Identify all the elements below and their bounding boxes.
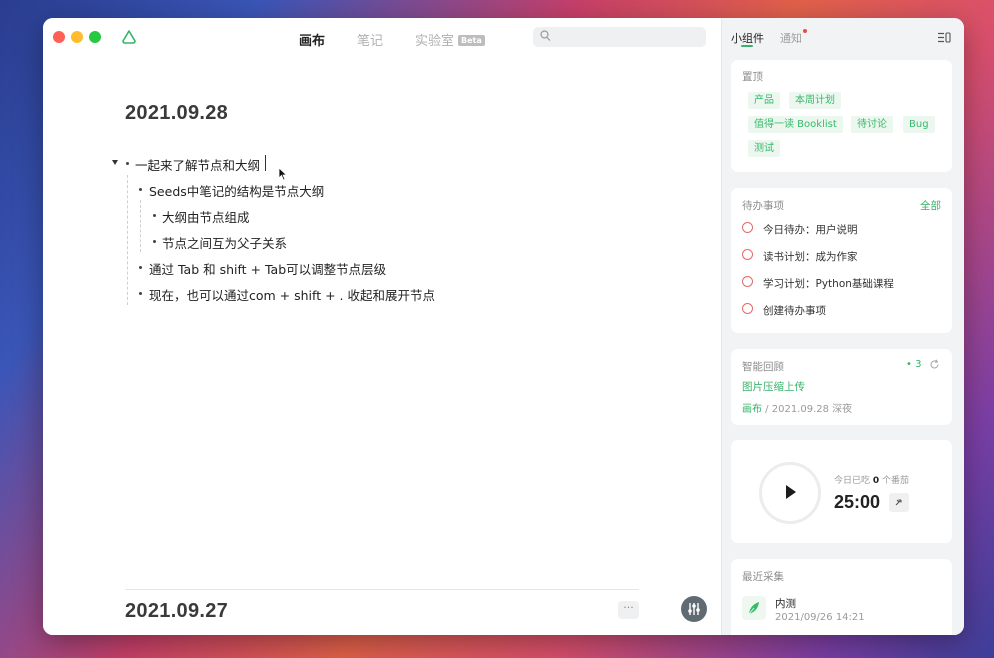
recent-title: 最近采集 <box>742 571 784 583</box>
search-input[interactable] <box>555 27 700 47</box>
pinned-tag[interactable]: 值得一读 Booklist <box>748 116 843 133</box>
tomato-count-label: 今日已吃 0 个番茄 <box>834 473 909 486</box>
timer-mode-button[interactable] <box>889 493 909 512</box>
refresh-icon[interactable] <box>929 359 940 370</box>
shuffle-icon <box>895 499 902 506</box>
pinned-card: 置顶 产品 本周计划 值得一读 Booklist 待讨论 Bug 测试 <box>731 60 952 172</box>
title-bar: 画布 笔记 实验室 Beta <box>43 18 721 58</box>
todo-label: 学习计划：Python基础课程 <box>763 278 894 290</box>
pinned-title: 置顶 <box>742 71 763 83</box>
date-heading-previous: 2021.09.27 <box>125 600 229 622</box>
app-cloud-logo-icon[interactable] <box>120 29 138 45</box>
collapse-caret-icon[interactable] <box>112 160 118 165</box>
pomodoro-card: 今日已吃 0 个番茄 25:00 <box>731 440 952 543</box>
minimize-window-button[interactable] <box>71 31 83 43</box>
pinned-tag[interactable]: 待讨论 <box>851 116 893 133</box>
recent-item-time: 2021/09/26 14:21 <box>775 612 865 623</box>
indent-guide <box>127 175 128 305</box>
zoom-window-button[interactable] <box>89 31 101 43</box>
outline-node[interactable]: 大纲由节点组成 <box>162 207 250 226</box>
recent-item-icon <box>742 596 766 620</box>
tab-widgets[interactable]: 小组件 <box>731 30 764 46</box>
todo-checkbox[interactable] <box>742 222 753 233</box>
tomato-label-prefix: 今日已吃 <box>834 476 871 486</box>
tab-canvas[interactable]: 画布 <box>299 30 325 49</box>
node-bullet[interactable] <box>139 266 142 269</box>
review-date: / 2021.09.28 深夜 <box>762 404 853 415</box>
pinned-tag[interactable]: Bug <box>903 116 935 133</box>
beta-badge: Beta <box>458 35 485 46</box>
todo-card: 待办事项 全部 今日待办：用户说明 读书计划：成为作家 学习计划：Python基… <box>731 188 952 333</box>
review-count: • 3 <box>906 359 922 370</box>
section-divider <box>125 589 639 590</box>
review-source-link[interactable]: 画布 <box>742 404 762 415</box>
todo-label: 今日待办：用户说明 <box>763 224 858 236</box>
tab-notifications[interactable]: 通知 <box>780 30 802 46</box>
timer-value: 25:00 <box>834 492 881 512</box>
recent-card: 最近采集 内测 2021/09/26 14:21 <box>731 559 952 635</box>
sliders-icon <box>688 603 700 615</box>
todo-all-link[interactable]: 全部 <box>920 198 941 213</box>
settings-fab[interactable] <box>681 596 707 622</box>
sidebar-menu-icon[interactable] <box>938 32 951 43</box>
outline-node[interactable]: 节点之间互为父子关系 <box>162 233 287 252</box>
recent-item-title[interactable]: 内测 <box>775 596 796 611</box>
node-bullet[interactable] <box>153 240 156 243</box>
more-button[interactable]: ··· <box>618 601 639 619</box>
review-title: 智能回顾 <box>742 361 784 373</box>
outline-node[interactable]: Seeds中笔记的结构是节点大纲 <box>149 181 324 200</box>
leaf-icon <box>748 602 759 615</box>
play-icon[interactable] <box>786 485 796 499</box>
outline-node-root[interactable]: 一起来了解节点和大纲 <box>135 155 260 174</box>
tab-lab-label: 实验室 <box>415 34 455 49</box>
unread-dot <box>803 29 807 33</box>
node-bullet[interactable] <box>139 292 142 295</box>
node-bullet[interactable] <box>139 188 142 191</box>
outline-node[interactable]: 通过 Tab 和 shift + Tab可以调整节点层级 <box>149 259 386 278</box>
tab-notes[interactable]: 笔记 <box>357 30 383 49</box>
todo-label: 读书计划：成为作家 <box>763 251 858 263</box>
todo-title: 待办事项 <box>742 200 784 212</box>
date-heading-current: 2021.09.28 <box>125 102 229 124</box>
outline-node[interactable]: 现在，也可以通过com + shift + . 收起和展开节点 <box>149 285 435 304</box>
active-tab-indicator <box>741 45 753 47</box>
indent-guide <box>140 200 141 252</box>
mouse-pointer-icon <box>278 167 288 181</box>
search-box[interactable] <box>533 27 706 47</box>
todo-checkbox[interactable] <box>742 276 753 287</box>
tomato-count: 0 <box>872 476 880 486</box>
review-card: 智能回顾 • 3 图片压缩上传 画布 / 2021.09.28 深夜 <box>731 349 952 425</box>
app-window: 画布 笔记 实验室 Beta 2021.09.28 一起来了解节点和大纲 Seed… <box>43 18 964 635</box>
pinned-tag[interactable]: 测试 <box>748 140 780 157</box>
todo-checkbox[interactable] <box>742 249 753 260</box>
review-item-title[interactable]: 图片压缩上传 <box>742 379 805 394</box>
todo-checkbox[interactable] <box>742 303 753 314</box>
close-window-button[interactable] <box>53 31 65 43</box>
pinned-tag[interactable]: 本周计划 <box>789 92 841 109</box>
main-canvas: 画布 笔记 实验室 Beta 2021.09.28 一起来了解节点和大纲 Seed… <box>43 18 721 635</box>
todo-label: 创建待办事项 <box>763 305 826 317</box>
text-cursor <box>265 155 266 171</box>
tab-lab[interactable]: 实验室 Beta <box>415 30 485 49</box>
search-icon <box>540 30 551 41</box>
node-bullet[interactable] <box>126 162 129 165</box>
node-bullet[interactable] <box>153 214 156 217</box>
pinned-tag[interactable]: 产品 <box>748 92 780 109</box>
tomato-label-suffix: 个番茄 <box>882 476 910 486</box>
review-item-meta: 画布 / 2021.09.28 深夜 <box>742 400 852 415</box>
